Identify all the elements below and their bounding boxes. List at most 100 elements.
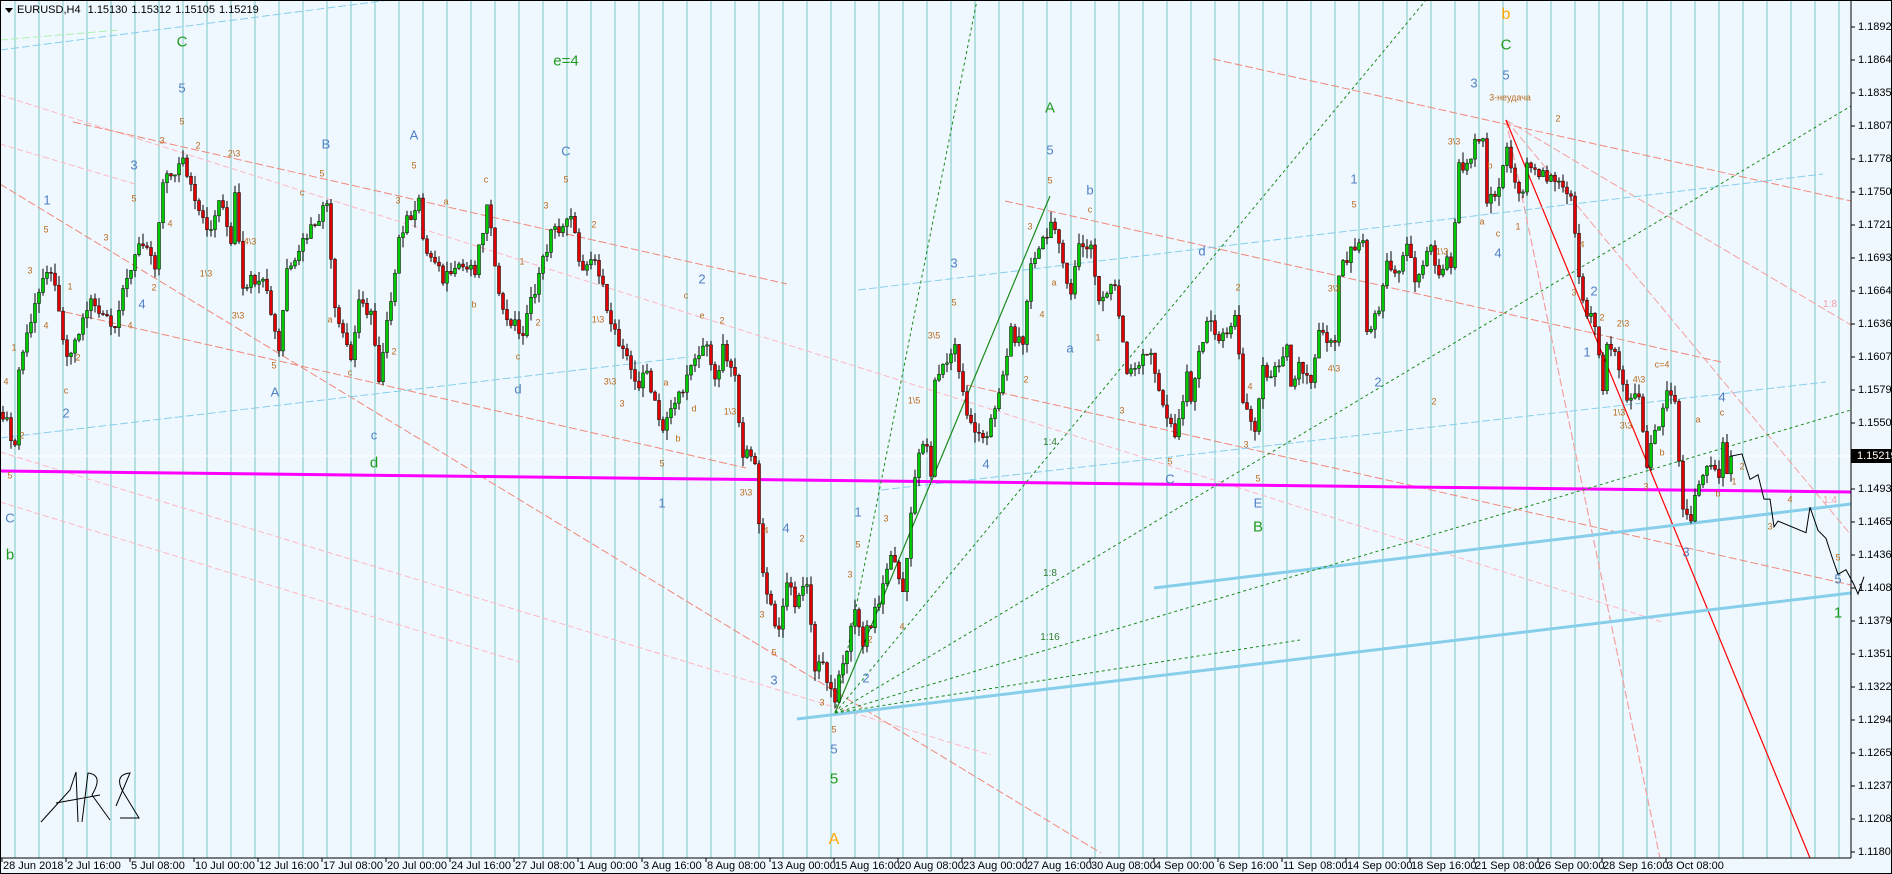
candle xyxy=(109,308,113,336)
wave-label: B xyxy=(1252,518,1264,536)
candle xyxy=(457,261,461,271)
candle xyxy=(337,304,341,328)
candle xyxy=(1237,305,1241,360)
wave-label: 2 xyxy=(535,317,541,328)
candle xyxy=(1045,228,1049,245)
wave-label: 5 xyxy=(131,193,137,204)
bull-candle-body xyxy=(545,252,549,257)
candle xyxy=(477,244,481,279)
wave-label: 1 xyxy=(43,192,51,208)
candle xyxy=(1597,326,1601,359)
candle xyxy=(873,598,877,634)
price-tick-label: 1.16362 xyxy=(1858,318,1892,330)
bull-candle-body xyxy=(1377,310,1381,314)
candle xyxy=(849,623,853,662)
candle xyxy=(1417,273,1421,288)
bull-candle-body xyxy=(1109,284,1113,294)
candle xyxy=(1229,322,1233,339)
time-tick-label: 23 Aug 00:00 xyxy=(963,860,1028,872)
candle xyxy=(413,200,417,228)
bear-candle-body xyxy=(253,274,257,285)
wave-label: 5 xyxy=(831,724,837,735)
wave-label: 4 xyxy=(3,376,9,387)
wave-label: 2 xyxy=(391,346,397,357)
bear-candle-body xyxy=(1513,167,1517,183)
bull-candle-body xyxy=(917,452,921,478)
bear-candle-body xyxy=(1145,353,1149,356)
candle xyxy=(961,363,965,396)
time-tick-label: 18 Sep 16:00 xyxy=(1411,860,1477,872)
bear-candle-body xyxy=(1585,300,1589,317)
bear-candle-body xyxy=(601,275,605,285)
bear-candle-body xyxy=(517,319,521,334)
candle xyxy=(1025,299,1029,353)
bull-candle-body xyxy=(1497,187,1501,197)
candle xyxy=(317,214,321,226)
candle xyxy=(1365,238,1369,335)
candle xyxy=(589,251,593,270)
wave-label: 3 xyxy=(395,195,401,206)
candle xyxy=(261,277,265,288)
bear-candle-body xyxy=(1553,174,1557,182)
bull-candle-body xyxy=(1357,242,1361,251)
wave-label: 5 xyxy=(271,360,277,371)
wave-label: 2 xyxy=(719,315,725,326)
candle xyxy=(1141,348,1145,375)
wave-label: 2\3 xyxy=(1616,318,1630,329)
bear-candle-body xyxy=(313,224,317,226)
candle xyxy=(773,600,777,629)
wave-label: 4 xyxy=(138,296,146,312)
bear-candle-body xyxy=(329,203,333,260)
bear-candle-body xyxy=(333,259,337,308)
bull-candle-body xyxy=(77,333,81,341)
bear-candle-body xyxy=(105,314,109,317)
bear-candle-body xyxy=(1617,351,1621,371)
collapse-triangle-icon[interactable] xyxy=(5,7,13,13)
candle xyxy=(1477,139,1481,144)
candle xyxy=(985,431,989,446)
bull-candle-body xyxy=(805,584,809,587)
bull-candle-body xyxy=(125,278,129,289)
bull-candle-body xyxy=(37,292,41,304)
candle xyxy=(1649,435,1653,472)
wave-label: 5 xyxy=(830,741,838,757)
wave-label: 3\5 xyxy=(927,330,941,341)
candle xyxy=(81,313,85,341)
candle xyxy=(949,348,953,371)
wave-label: c xyxy=(515,351,521,362)
wave-label: 2 xyxy=(151,282,157,293)
candle xyxy=(393,269,397,307)
candle xyxy=(349,341,353,362)
bear-candle-body xyxy=(277,331,281,352)
bull-candle-body xyxy=(1193,378,1197,402)
candle xyxy=(933,377,937,478)
wave-label: 2 xyxy=(1023,374,1029,385)
bull-candle-body xyxy=(301,238,305,252)
candle xyxy=(981,429,985,444)
candle xyxy=(529,286,533,321)
candle xyxy=(325,199,329,212)
bull-candle-body xyxy=(745,449,749,458)
time-tick-label: 27 Aug 16:00 xyxy=(1027,860,1092,872)
bear-candle-body xyxy=(1153,352,1157,374)
wave-label: 1\3 xyxy=(199,268,213,279)
bear-candle-body xyxy=(1121,315,1125,343)
candle xyxy=(1105,291,1109,299)
candle xyxy=(425,235,429,257)
candle xyxy=(1113,279,1117,291)
candle xyxy=(1,405,5,423)
wave-label: a xyxy=(1695,414,1701,425)
candle xyxy=(1129,364,1133,377)
candle xyxy=(881,575,885,614)
price-tick-label: 1.16077 xyxy=(1858,351,1892,363)
bull-candle-body xyxy=(257,280,261,285)
candle xyxy=(1333,334,1337,352)
candle xyxy=(229,222,233,246)
wave-label: 3\3 xyxy=(1447,136,1461,147)
candle xyxy=(1505,142,1509,173)
candle xyxy=(1609,336,1613,357)
candle xyxy=(913,469,917,516)
bull-candle-body xyxy=(529,297,533,314)
wave-label: 4 xyxy=(1247,381,1253,392)
bear-candle-body xyxy=(629,355,633,370)
